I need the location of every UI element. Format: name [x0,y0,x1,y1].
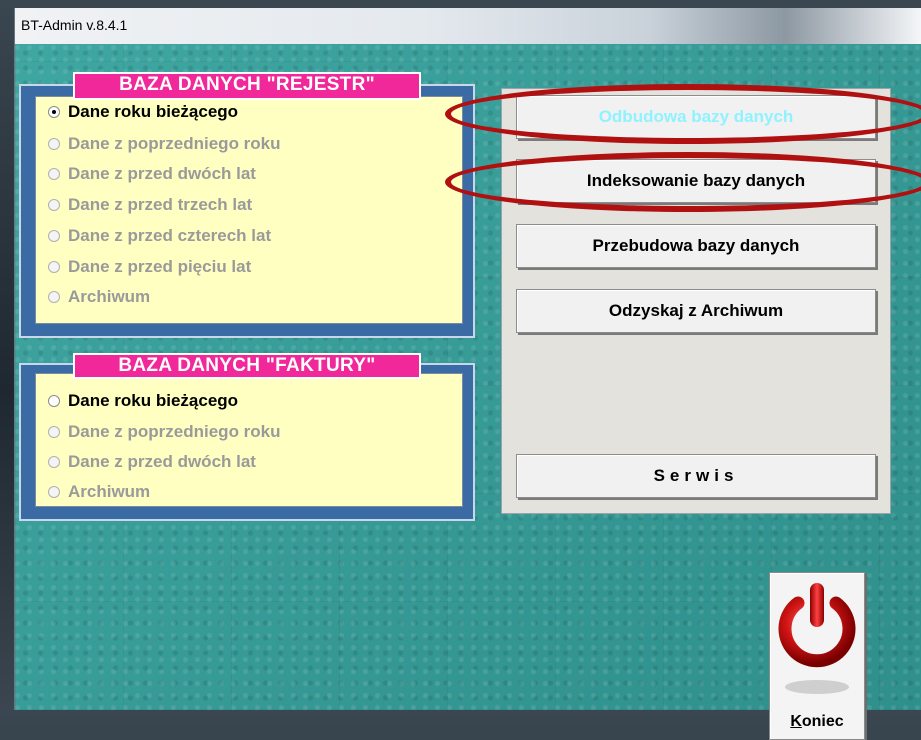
radio-icon[interactable] [48,426,60,438]
faktury-option-two-years[interactable]: Dane z przed dwóch lat [48,451,256,473]
rejestr-option-label: Dane z przed trzech lat [68,195,253,214]
faktury-option-label: Archiwum [68,482,151,501]
faktury-option-label: Dane roku bieżącego [68,391,239,410]
faktury-group-title: BAZA DANYCH "FAKTURY" [73,353,421,379]
faktury-option-archive[interactable]: Archiwum [48,481,150,503]
index-database-button[interactable]: Indeksowanie bazy danych [516,159,876,203]
radio-icon[interactable] [48,291,60,303]
faktury-option-previous-year[interactable]: Dane z poprzedniego roku [48,421,281,443]
rejestr-option-label: Dane z przed pięciu lat [68,257,252,276]
radio-icon[interactable] [48,456,60,468]
radio-icon[interactable] [48,199,60,211]
radio-selected-icon[interactable] [48,106,60,118]
rejestr-option-five-years[interactable]: Dane z przed pięciu lat [48,256,251,278]
radio-icon[interactable] [48,261,60,273]
rejestr-options-panel: Dane roku bieżącego Dane z poprzedniego … [35,96,463,324]
rejestr-option-four-years[interactable]: Dane z przed czterech lat [48,225,271,247]
faktury-option-label: Dane z przed dwóch lat [68,452,256,471]
exit-button[interactable]: Koniec [769,572,865,740]
faktury-groupbox: Dane roku bieżącego Dane z poprzedniego … [19,353,475,521]
rejestr-group-title: BAZA DANYCH "REJESTR" [73,72,421,100]
radio-icon[interactable] [48,486,60,498]
power-icon [778,583,856,694]
exit-button-label: Koniec [790,713,844,730]
faktury-options-panel: Dane roku bieżącego Dane z poprzedniego … [35,373,463,507]
radio-icon[interactable] [48,395,60,407]
actions-panel: Odbudowa bazy danych Indeksowanie bazy d… [501,88,891,514]
rejestr-option-previous-year[interactable]: Dane z poprzedniego roku [48,133,281,155]
faktury-option-current-year[interactable]: Dane roku bieżącego [48,390,238,412]
rejestr-option-label: Dane z przed dwóch lat [68,164,256,183]
rejestr-option-three-years[interactable]: Dane z przed trzech lat [48,194,252,216]
rejestr-option-current-year[interactable]: Dane roku bieżącego [48,101,238,123]
radio-icon[interactable] [48,230,60,242]
rejestr-option-label: Archiwum [68,287,151,306]
radio-icon[interactable] [48,138,60,150]
service-button[interactable]: Serwis [516,454,876,498]
restructure-database-button[interactable]: Przebudowa bazy danych [516,224,876,268]
faktury-option-label: Dane z poprzedniego roku [68,422,281,441]
app-window: BT-Admin v.8.4.1 Dane roku bieżącego Dan… [14,8,921,740]
radio-icon[interactable] [48,168,60,180]
rejestr-option-label: Dane z poprzedniego roku [68,134,281,153]
rejestr-option-two-years[interactable]: Dane z przed dwóch lat [48,163,256,185]
rejestr-option-label: Dane roku bieżącego [68,102,239,121]
rejestr-groupbox: Dane roku bieżącego Dane z poprzedniego … [19,72,475,338]
restore-from-archive-button[interactable]: Odzyskaj z Archiwum [516,289,876,333]
title-bar[interactable]: BT-Admin v.8.4.1 [15,8,921,45]
window-title: BT-Admin v.8.4.1 [21,17,128,33]
rebuild-database-button[interactable]: Odbudowa bazy danych [516,95,876,139]
rejestr-option-label: Dane z przed czterech lat [68,226,272,245]
rejestr-option-archive[interactable]: Archiwum [48,286,150,308]
client-area: Dane roku bieżącego Dane z poprzedniego … [15,44,921,740]
